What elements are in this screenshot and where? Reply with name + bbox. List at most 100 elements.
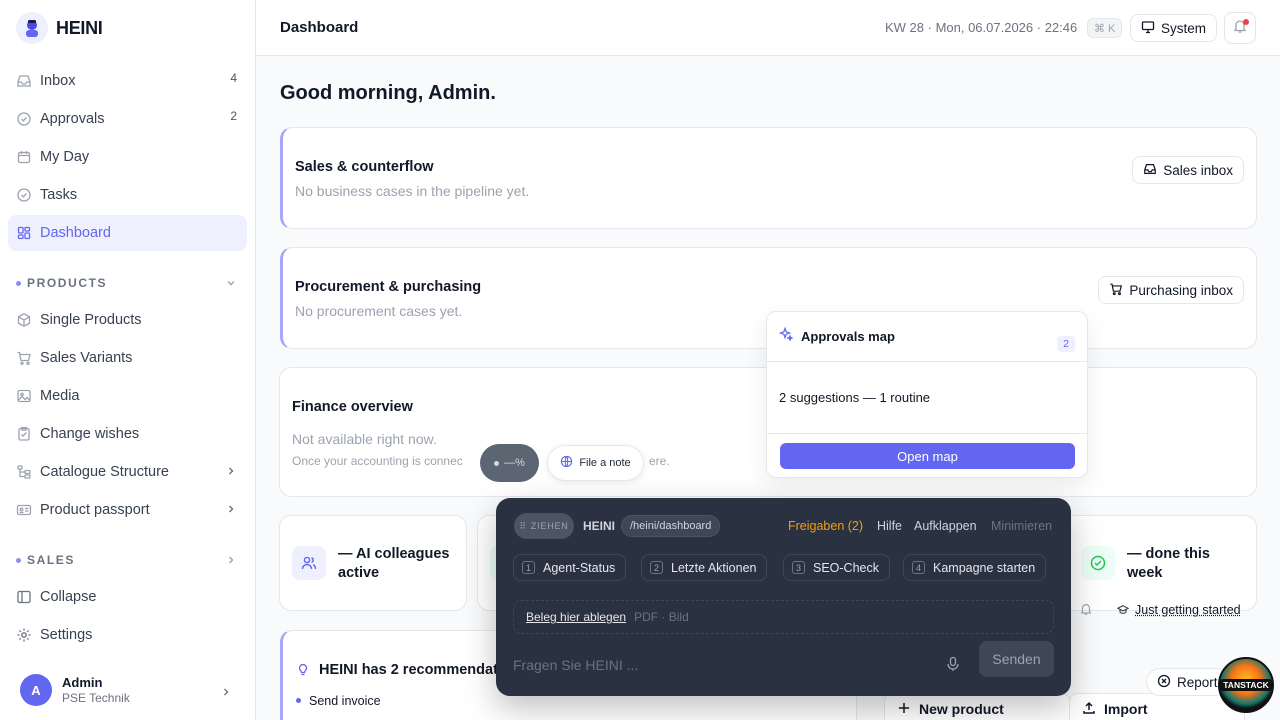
sidebar-item-dashboard[interactable]: Dashboard (8, 215, 247, 251)
stat-card-ai-colleagues: — AI colleagues active (279, 515, 467, 611)
quick-action-agent-status[interactable]: 1 Agent-Status (513, 554, 627, 581)
top-header: Dashboard KW 28 · Mon, 06.07.2026 · 22:4… (256, 0, 1280, 56)
recommendation-title: HEINI has 2 recommendati (319, 662, 502, 678)
file-note-label: File a note (579, 457, 631, 469)
section-label: SALES (27, 553, 76, 567)
progress-pill[interactable]: —% (480, 444, 539, 482)
check-circle-icon (16, 111, 32, 127)
brand-name: HEINI (56, 17, 103, 38)
sales-inbox-button[interactable]: Sales inbox (1132, 156, 1244, 184)
file-note-button[interactable]: File a note (547, 445, 644, 481)
greeting-heading: Good morning, Admin. (280, 82, 496, 104)
purchasing-inbox-button[interactable]: Purchasing inbox (1098, 276, 1244, 304)
purchasing-inbox-label: Purchasing inbox (1129, 282, 1233, 298)
graduation-cap-icon (1116, 603, 1130, 621)
sidebar-item-approvals[interactable]: Approvals 2 (8, 101, 247, 137)
microphone-icon[interactable] (946, 656, 960, 677)
quick-action-seo-check[interactable]: 3 SEO-Check (783, 554, 890, 581)
chevron-right-icon (225, 503, 237, 519)
upload-icon (1082, 701, 1096, 718)
sidebar-item-catalogue-structure[interactable]: Catalogue Structure (8, 454, 247, 490)
sidebar-item-collapse[interactable]: Collapse (8, 579, 247, 615)
plus-icon (897, 701, 911, 718)
recommendation-item-send-invoice[interactable]: Send invoice (309, 694, 381, 708)
import-label: Import (1104, 701, 1148, 717)
expand-link[interactable]: Aufklappen (914, 519, 977, 533)
cube-icon (16, 312, 32, 328)
drag-handle[interactable]: ⠿ ZIEHEN (514, 513, 574, 539)
sidebar-item-label: Approvals (40, 111, 105, 127)
command-shortcut-badge[interactable]: ⌘ K (1087, 18, 1123, 38)
tree-structure-icon (16, 464, 32, 480)
sidebar-item-tasks[interactable]: Tasks (8, 177, 247, 213)
notification-dot (1243, 19, 1249, 25)
approvals-map-popover: Approvals map 2 2 suggestions — 1 routin… (766, 311, 1088, 478)
sidebar-item-inbox[interactable]: Inbox 4 (8, 63, 247, 99)
sidebar-item-my-day[interactable]: My Day (8, 139, 247, 175)
quick-action-start-campaign[interactable]: 4 Kampagne starten (903, 554, 1047, 581)
shortcut-number: 4 (912, 561, 925, 574)
open-map-button[interactable]: Open map (780, 443, 1075, 469)
id-card-icon (16, 502, 32, 518)
finance-card-note-end: ere. (649, 454, 670, 468)
send-button[interactable]: Senden (979, 641, 1054, 677)
sidebar-item-label: Inbox (40, 73, 76, 89)
sparkles-icon (778, 326, 794, 346)
notifications-button[interactable] (1224, 12, 1256, 44)
sidebar-item-product-passport[interactable]: Product passport (8, 492, 247, 528)
new-product-label: New product (919, 701, 1004, 717)
tanstack-devtools-icon[interactable]: TANSTACK (1218, 657, 1274, 713)
inbox-icon (16, 73, 32, 89)
brand[interactable]: HEINI (16, 12, 103, 44)
finance-card-title: Finance overview (292, 399, 413, 415)
sidebar-item-label: Settings (40, 627, 93, 643)
sidebar-section-products[interactable]: PRODUCTS (8, 264, 247, 302)
procurement-card-title: Procurement & purchasing (295, 279, 482, 295)
user-name: Admin (62, 675, 103, 690)
users-icon (292, 546, 326, 580)
drop-document-link[interactable]: Beleg hier ablegen (526, 610, 626, 624)
theme-switch-button[interactable]: System (1130, 14, 1218, 42)
status-dot (494, 460, 500, 466)
approvals-link[interactable]: Freigaben (2) (788, 519, 863, 533)
user-menu[interactable]: A Admin PSE Technik (20, 673, 240, 707)
procurement-card-subtitle: No procurement cases yet. (295, 303, 463, 319)
inbox-count-badge: 4 (230, 71, 237, 85)
quick-action-recent-actions[interactable]: 2 Letzte Aktionen (641, 554, 768, 581)
report-label: Report (1177, 674, 1218, 690)
finance-card-subtitle: Not available right now. (292, 431, 437, 447)
inbox-icon (1143, 162, 1157, 179)
chevron-down-icon (225, 277, 237, 292)
lightbulb-icon (296, 662, 310, 681)
bug-icon (1157, 674, 1171, 691)
user-org: PSE Technik (62, 691, 130, 705)
new-product-button[interactable]: New product (884, 693, 1070, 720)
image-icon (16, 388, 32, 404)
document-drop-zone[interactable]: Beleg hier ablegen PDF · Bild (513, 600, 1054, 634)
page-title: Dashboard (280, 19, 359, 36)
stat-card-done-week: — done this week (1069, 515, 1257, 611)
sidebar-item-sales-variants[interactable]: Sales Variants (8, 340, 247, 376)
heini-command-panel: ⠿ ZIEHEN HEINI /heini/dashboard Freigabe… (496, 498, 1071, 696)
help-link[interactable]: Hilfe (877, 519, 902, 533)
date-time-display: KW 28 · Mon, 06.07.2026 · 22:46 (885, 20, 1078, 35)
getting-started-link[interactable]: Just getting started (1135, 603, 1241, 617)
sidebar-item-label: Catalogue Structure (40, 464, 169, 480)
report-button[interactable]: Report (1146, 668, 1229, 696)
task-check-icon (16, 187, 32, 203)
minimize-link[interactable]: Minimieren (991, 519, 1052, 533)
sidebar-item-single-products[interactable]: Single Products (8, 302, 247, 338)
quick-action-label: Kampagne starten (933, 560, 1036, 575)
ask-heini-input[interactable] (513, 655, 933, 675)
sales-inbox-label: Sales inbox (1163, 162, 1233, 178)
popover-count-badge: 2 (1057, 336, 1075, 352)
sidebar-section-sales[interactable]: SALES (8, 541, 247, 579)
sidebar-item-settings[interactable]: Settings (8, 617, 247, 653)
sidebar-collapse-icon (16, 589, 32, 605)
user-info: Admin PSE Technik (62, 675, 130, 705)
sidebar-item-media[interactable]: Media (8, 378, 247, 414)
import-button[interactable]: Import (1069, 693, 1245, 720)
bell-outline-icon[interactable] (1079, 602, 1093, 621)
sidebar-item-label: Tasks (40, 187, 78, 203)
sidebar-item-change-wishes[interactable]: Change wishes (8, 416, 247, 452)
